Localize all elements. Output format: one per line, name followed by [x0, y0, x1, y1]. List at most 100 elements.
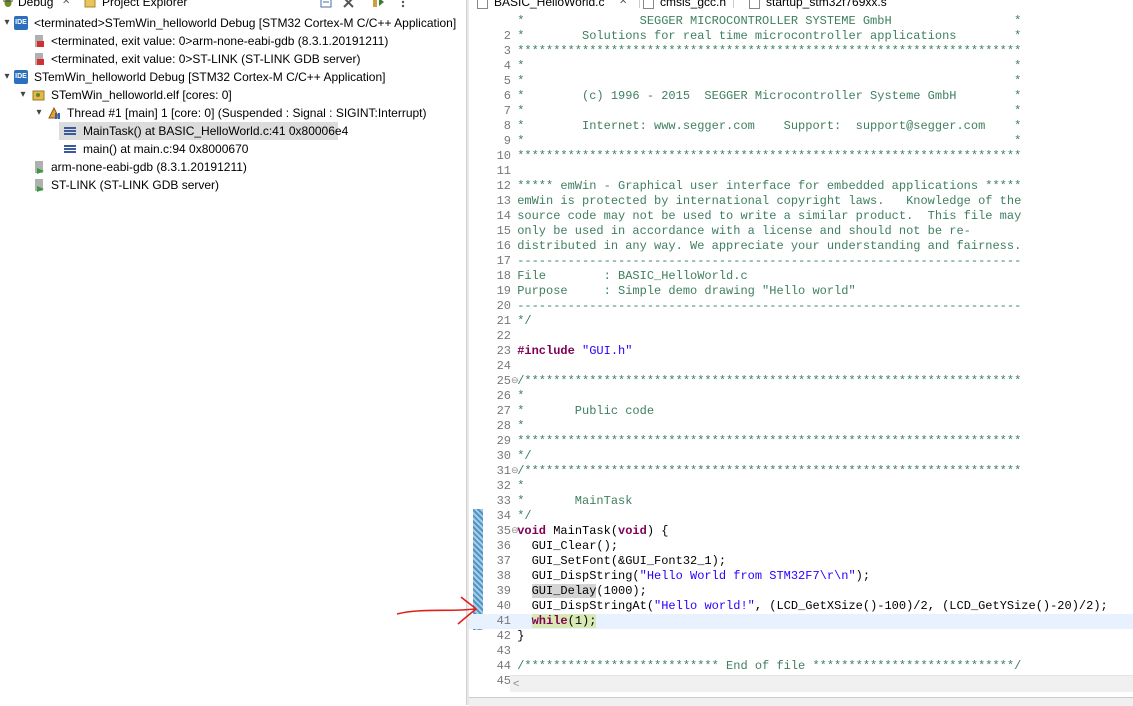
tab-close-icon[interactable]: ✕	[619, 0, 627, 10]
line-number: 19	[496, 284, 511, 298]
line-number: 15	[496, 224, 511, 238]
line-number: 25	[496, 374, 511, 388]
code-text: ****************************************…	[510, 149, 1022, 163]
line-number: 24	[496, 359, 511, 373]
code-line[interactable]: 6 * (c) 1996 - 2015 SEGGER Microcontroll…	[469, 89, 1133, 104]
code-line[interactable]: 2 * Solutions for real time microcontrol…	[469, 29, 1133, 44]
line-number: 26	[496, 389, 511, 403]
code-line[interactable]: 29 *************************************…	[469, 434, 1133, 449]
code-line[interactable]: 31 ⊖ /***********************************…	[469, 464, 1133, 479]
code-line[interactable]: 41 while(1);	[469, 614, 1133, 629]
tree-item-label: <terminated, exit value: 0>arm-none-eabi…	[51, 34, 389, 48]
code-line[interactable]: 3 **************************************…	[469, 44, 1133, 59]
stack-frame-icon	[64, 145, 76, 153]
code-text: */	[510, 314, 532, 328]
code-text: GUI_Clear();	[510, 539, 619, 553]
code-line[interactable]: 43	[469, 644, 1133, 659]
expand-toggle-icon[interactable]: ▾	[2, 14, 12, 32]
code-text: GUI_Delay(1000);	[531, 584, 647, 598]
expand-toggle-icon[interactable]: ▾	[34, 104, 44, 122]
code-line[interactable]: 14 source code may not be used to write …	[469, 209, 1133, 224]
code-line[interactable]: 39 GUI_Delay(1000);	[469, 584, 1133, 599]
code-line[interactable]: 36 GUI_Clear();	[469, 539, 1133, 554]
tree-item-active-launch[interactable]: ▾ IDE STemWin_helloworld Debug [STM32 Co…	[0, 68, 466, 86]
tree-item-frame-maintask[interactable]: MainTask() at BASIC_HelloWorld.c:41 0x80…	[59, 122, 348, 140]
code-line[interactable]: 21 */	[469, 314, 1133, 329]
code-line[interactable]: 12 ***** emWin - Graphical user interfac…	[469, 179, 1133, 194]
tree-item-thread[interactable]: ▾ Thread #1 [main] 1 [core: 0] (Suspende…	[0, 104, 466, 122]
code-line[interactable]: 25 ⊖ /***********************************…	[469, 374, 1133, 389]
code-text: * Solutions for real time microcontrolle…	[510, 29, 1022, 43]
code-line[interactable]: 35 ⊖ void MainTask(void) {	[469, 524, 1133, 539]
code-text: void MainTask(void) {	[517, 524, 669, 538]
code-line[interactable]: 23 #include "GUI.h"	[469, 344, 1133, 359]
expand-toggle-icon[interactable]: ▾	[2, 68, 12, 86]
code-line[interactable]: 27 * Public code	[469, 404, 1133, 419]
tree-item-terminated-launch[interactable]: ▾ IDE <terminated>STemWin_helloworld Deb…	[0, 14, 466, 32]
horizontal-scrollbar[interactable]: <	[510, 675, 1133, 692]
line-number: 3	[503, 44, 511, 58]
debug-bug-icon	[3, 0, 13, 7]
code-line[interactable]: 8 * Internet: www.segger.com Support: su…	[469, 119, 1133, 134]
code-line[interactable]: 7 * *	[469, 104, 1133, 119]
line-number: 41	[496, 614, 511, 628]
code-line[interactable]: 34 */	[469, 509, 1133, 524]
view-menu-icon[interactable]	[396, 0, 410, 8]
code-line[interactable]: 13 emWin is protected by international c…	[469, 194, 1133, 209]
code-line[interactable]: 26 *	[469, 389, 1133, 404]
line-number: 21	[496, 314, 511, 328]
editor-tabbar: BASIC_HelloWorld.c ✕ cmsis_gcc.h startup…	[469, 0, 1133, 10]
tree-item-gdb-process[interactable]: arm-none-eabi-gdb (8.3.1.20191211)	[0, 158, 466, 176]
code-line[interactable]: 9 * *	[469, 134, 1133, 149]
code-line[interactable]: 37 GUI_SetFont(&GUI_Font32_1);	[469, 554, 1133, 569]
code-line[interactable]: 20 -------------------------------------…	[469, 299, 1133, 314]
tab-startup[interactable]: startup_stm32f769xx.s	[749, 0, 887, 10]
code-line[interactable]: 19 Purpose : Simple demo drawing "Hello …	[469, 284, 1133, 299]
code-text: ****************************************…	[510, 434, 1022, 448]
code-line[interactable]: * SEGGER MICROCONTROLLER SYSTEME GmbH *	[469, 14, 1133, 29]
tree-item-terminated-gdb[interactable]: <terminated, exit value: 0>arm-none-eabi…	[0, 32, 466, 50]
tree-item-label: <terminated, exit value: 0>ST-LINK (ST-L…	[51, 52, 361, 66]
scroll-left-arrow-icon[interactable]: <	[513, 676, 519, 692]
code-line[interactable]: 40 GUI_DispStringAt("Hello world!", (LCD…	[469, 599, 1133, 614]
process-icon	[35, 179, 44, 192]
line-number: 7	[503, 104, 511, 118]
expand-toggle-icon[interactable]: ▾	[18, 86, 28, 104]
code-line[interactable]: 30 */	[469, 449, 1133, 464]
code-line[interactable]: 5 * *	[469, 74, 1133, 89]
collapse-all-icon[interactable]	[320, 0, 334, 8]
code-text: * *	[510, 134, 1022, 148]
suspended-thread-icon	[48, 106, 60, 119]
code-line[interactable]: 15 only be used in accordance with a lic…	[469, 224, 1133, 239]
code-text: * (c) 1996 - 2015 SEGGER Microcontroller…	[510, 89, 1022, 103]
code-line[interactable]: 18 File : BASIC_HelloWorld.c	[469, 269, 1133, 284]
remove-terminated-icon[interactable]	[342, 0, 356, 8]
code-line[interactable]: 11	[469, 164, 1133, 179]
code-line[interactable]: 44 /*************************** End of f…	[469, 659, 1133, 674]
tab-basic-helloworld[interactable]: BASIC_HelloWorld.c ✕	[477, 0, 637, 10]
code-text: /***************************************…	[510, 374, 1022, 388]
code-text: GUI_DispString("Hello World from STM32F7…	[510, 569, 871, 583]
tree-item-label: Thread #1 [main] 1 [core: 0] (Suspended …	[67, 106, 427, 120]
step-filters-icon[interactable]	[372, 0, 386, 8]
code-line[interactable]: 22	[469, 329, 1133, 344]
code-line[interactable]: 28 *	[469, 419, 1133, 434]
tab-cmsis-gcc[interactable]: cmsis_gcc.h	[643, 0, 726, 10]
code-line[interactable]: 32 *	[469, 479, 1133, 494]
code-line[interactable]: 24	[469, 359, 1133, 374]
code-line[interactable]: 38 GUI_DispString("Hello World from STM3…	[469, 569, 1133, 584]
code-line[interactable]: 17 -------------------------------------…	[469, 254, 1133, 269]
code-line[interactable]: 4 * *	[469, 59, 1133, 74]
code-line[interactable]: 42 }	[469, 629, 1133, 644]
tab-close-icon[interactable]: ✕	[62, 0, 70, 10]
tree-item-elf[interactable]: ▾ STemWin_helloworld.elf [cores: 0]	[0, 86, 466, 104]
code-line[interactable]: 33 * MainTask	[469, 494, 1133, 509]
code-text: distributed in any way. We appreciate yo…	[510, 239, 1022, 253]
tree-item-frame-main[interactable]: main() at main.c:94 0x8000670	[59, 140, 359, 158]
tree-item-terminated-stlink[interactable]: <terminated, exit value: 0>ST-LINK (ST-L…	[0, 50, 466, 68]
s-file-icon	[749, 0, 760, 9]
tab-label: BASIC_HelloWorld.c	[494, 0, 605, 9]
tree-item-stlink-process[interactable]: ST-LINK (ST-LINK GDB server)	[0, 176, 466, 194]
code-line[interactable]: 10 *************************************…	[469, 149, 1133, 164]
code-line[interactable]: 16 distributed in any way. We appreciate…	[469, 239, 1133, 254]
